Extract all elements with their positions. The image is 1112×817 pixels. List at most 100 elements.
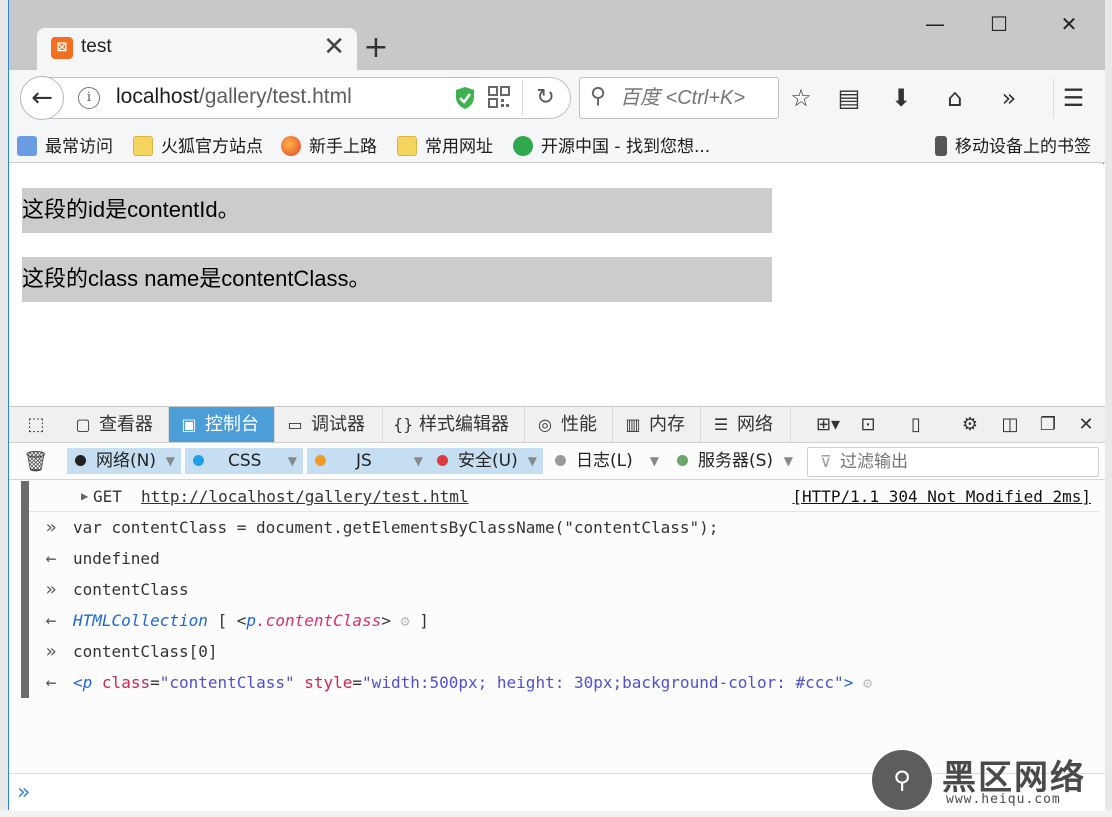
responsive-design-icon[interactable]: ▯: [897, 407, 935, 442]
inspect-node-icon[interactable]: ⚙: [863, 674, 872, 692]
console-output-line: ← <p class="contentClass" style="width:5…: [29, 667, 1099, 698]
bookmark-most-visited[interactable]: 最常访问: [17, 132, 113, 157]
reload-icon[interactable]: ↻: [522, 80, 568, 116]
devtools-toolbar: ⬚ ▢ 查看器 ▣ 控制台 ▭ 调试器 {} 样式编辑器 ◎ 性能 ▥ 内存 ☰ 网络 ⊞▾ …: [9, 407, 1105, 443]
filter-output-input[interactable]: [840, 451, 1090, 473]
url-host: localhost: [116, 85, 199, 108]
tab-title: test: [81, 36, 112, 57]
debugger-icon: ▭: [287, 415, 303, 434]
url-bar[interactable]: ← i localhost/gallery/test.html ↻: [20, 76, 571, 120]
desktop-edge-right: [1104, 0, 1112, 817]
console-output-text[interactable]: <p class="contentClass" style="width:500…: [73, 667, 872, 699]
maximize-button[interactable]: ☐: [975, 6, 1023, 42]
filter-js-button[interactable]: JS ▼: [307, 448, 429, 474]
element-picker-icon[interactable]: ⬚: [17, 407, 55, 442]
qr-code-icon[interactable]: [488, 86, 510, 108]
filter-label: 日志(L): [576, 451, 633, 471]
bookmark-getting-started[interactable]: 新手上路: [281, 132, 377, 157]
style-editor-icon: {}: [393, 415, 414, 434]
watermark-url: www.heiqu.com: [946, 792, 1061, 807]
bookmark-label: 最常访问: [45, 137, 113, 157]
tab-label: 查看器: [99, 414, 153, 435]
chevron-down-icon[interactable]: ▼: [784, 448, 793, 474]
bracket-close: >: [381, 611, 391, 630]
split-layout-icon[interactable]: ⊞▾: [805, 407, 851, 442]
hamburger-menu-icon[interactable]: ☰: [1053, 78, 1093, 118]
clear-console-trash-icon[interactable]: 🗑: [23, 449, 48, 473]
undock-window-icon[interactable]: ❐: [1029, 407, 1067, 442]
request-status[interactable]: [HTTP/1.1 304 Not Modified 2ms]: [792, 481, 1091, 512]
request-url-link[interactable]: http://localhost/gallery/test.html: [141, 481, 469, 512]
new-tab-button[interactable]: +: [361, 28, 391, 68]
search-input[interactable]: [620, 84, 772, 112]
close-tab-icon[interactable]: ✕: [323, 32, 345, 62]
console-input-text: contentClass: [73, 580, 189, 599]
filter-logging-button[interactable]: 日志(L) ▼: [547, 448, 665, 474]
search-bar[interactable]: ⚲: [579, 77, 779, 119]
server-dot-icon: [677, 455, 688, 466]
element-class: .contentClass: [256, 611, 382, 630]
url-text[interactable]: localhost/gallery/test.html: [116, 85, 352, 109]
browser-tab[interactable]: ⊠ test ✕: [37, 28, 357, 70]
close-window-button[interactable]: ✕: [1045, 6, 1093, 42]
tab-console[interactable]: ▣ 控制台: [169, 407, 275, 442]
bookmark-label: 移动设备上的书签: [955, 137, 1091, 157]
filter-label: JS: [356, 451, 372, 471]
home-icon[interactable]: ⌂: [935, 78, 975, 118]
console-output-text[interactable]: HTMLCollection [ <p.contentClass> ⚙ ]: [73, 605, 429, 637]
input-prompt-icon: »: [45, 579, 57, 600]
reading-list-icon[interactable]: ▤: [829, 78, 869, 118]
settings-gear-icon[interactable]: ⚙: [951, 407, 989, 442]
filter-css-button[interactable]: CSS ▼: [185, 448, 303, 474]
filter-server-button[interactable]: 服务器(S) ▼: [669, 448, 799, 474]
performance-icon: ◎: [538, 415, 552, 434]
console-output-line: ← HTMLCollection [ <p.contentClass> ⚙ ]: [29, 605, 1099, 636]
console-input-line: » contentClass[0]: [29, 636, 1099, 667]
dock-side-icon[interactable]: ◫: [991, 407, 1029, 442]
browser-window: ⊠ test ✕ + — ☐ ✕ ← i localhost/gallery/t…: [8, 0, 1105, 811]
site-info-icon[interactable]: i: [78, 87, 100, 109]
bookmark-oschina[interactable]: 开源中国 - 找到您想...: [513, 132, 710, 157]
inspect-node-icon[interactable]: ⚙: [401, 612, 410, 630]
chevron-down-icon[interactable]: ▼: [414, 448, 423, 474]
console-gutter: [21, 481, 29, 698]
overflow-chevron-icon[interactable]: »: [989, 78, 1029, 118]
attr-name: style: [304, 673, 353, 692]
filter-security-button[interactable]: 安全(U) ▼: [429, 448, 543, 474]
back-button[interactable]: ←: [20, 76, 64, 120]
filter-output-field[interactable]: ⊽: [807, 447, 1099, 477]
attr-value: "width:500px; height: 30px;background-co…: [362, 673, 844, 692]
object-type[interactable]: HTMLCollection: [73, 611, 208, 630]
security-dot-icon: [437, 455, 448, 466]
filter-label: 网络(N): [96, 451, 156, 471]
watermark-logo: ⚲ 黑区网络 www.heiqu.com: [872, 750, 1102, 812]
chevron-down-icon[interactable]: ▼: [650, 448, 659, 474]
tab-memory[interactable]: ▥ 内存: [613, 407, 701, 442]
bookmark-mobile[interactable]: 移动设备上的书签: [935, 132, 1091, 157]
tab-label: 控制台: [205, 414, 259, 435]
tab-inspector[interactable]: ▢ 查看器: [63, 407, 169, 442]
tab-performance[interactable]: ◎ 性能: [525, 407, 613, 442]
bookmark-star-icon[interactable]: ☆: [781, 78, 821, 118]
element-tag: p: [246, 611, 257, 630]
bookmark-firefox-official[interactable]: 火狐官方站点: [133, 132, 263, 157]
tab-debugger[interactable]: ▭ 调试器: [275, 407, 383, 442]
chevron-down-icon[interactable]: ▼: [528, 448, 537, 474]
filter-network-button[interactable]: 网络(N) ▼: [67, 448, 181, 474]
console-network-message[interactable]: ▶ GET http://localhost/gallery/test.html…: [29, 481, 1099, 512]
search-icon: ⚲: [590, 84, 607, 109]
tab-style-editor[interactable]: {} 样式编辑器: [383, 407, 525, 442]
tag-open: <: [73, 673, 83, 692]
expand-triangle-icon[interactable]: ▶: [81, 481, 88, 512]
chevron-down-icon[interactable]: ▼: [166, 448, 175, 474]
scratchpad-icon[interactable]: ⊡: [849, 407, 887, 442]
bookmark-label: 新手上路: [309, 137, 377, 157]
download-icon[interactable]: ⬇: [881, 78, 921, 118]
tab-network[interactable]: ☰ 网络: [701, 407, 791, 442]
chevron-down-icon[interactable]: ▼: [288, 448, 297, 474]
console-input-text: var contentClass = document.getElementsB…: [73, 518, 719, 537]
close-devtools-icon[interactable]: ✕: [1067, 407, 1105, 442]
minimize-button[interactable]: —: [911, 6, 959, 42]
shield-icon[interactable]: [454, 86, 476, 110]
bookmark-common-sites[interactable]: 常用网址: [397, 132, 493, 157]
